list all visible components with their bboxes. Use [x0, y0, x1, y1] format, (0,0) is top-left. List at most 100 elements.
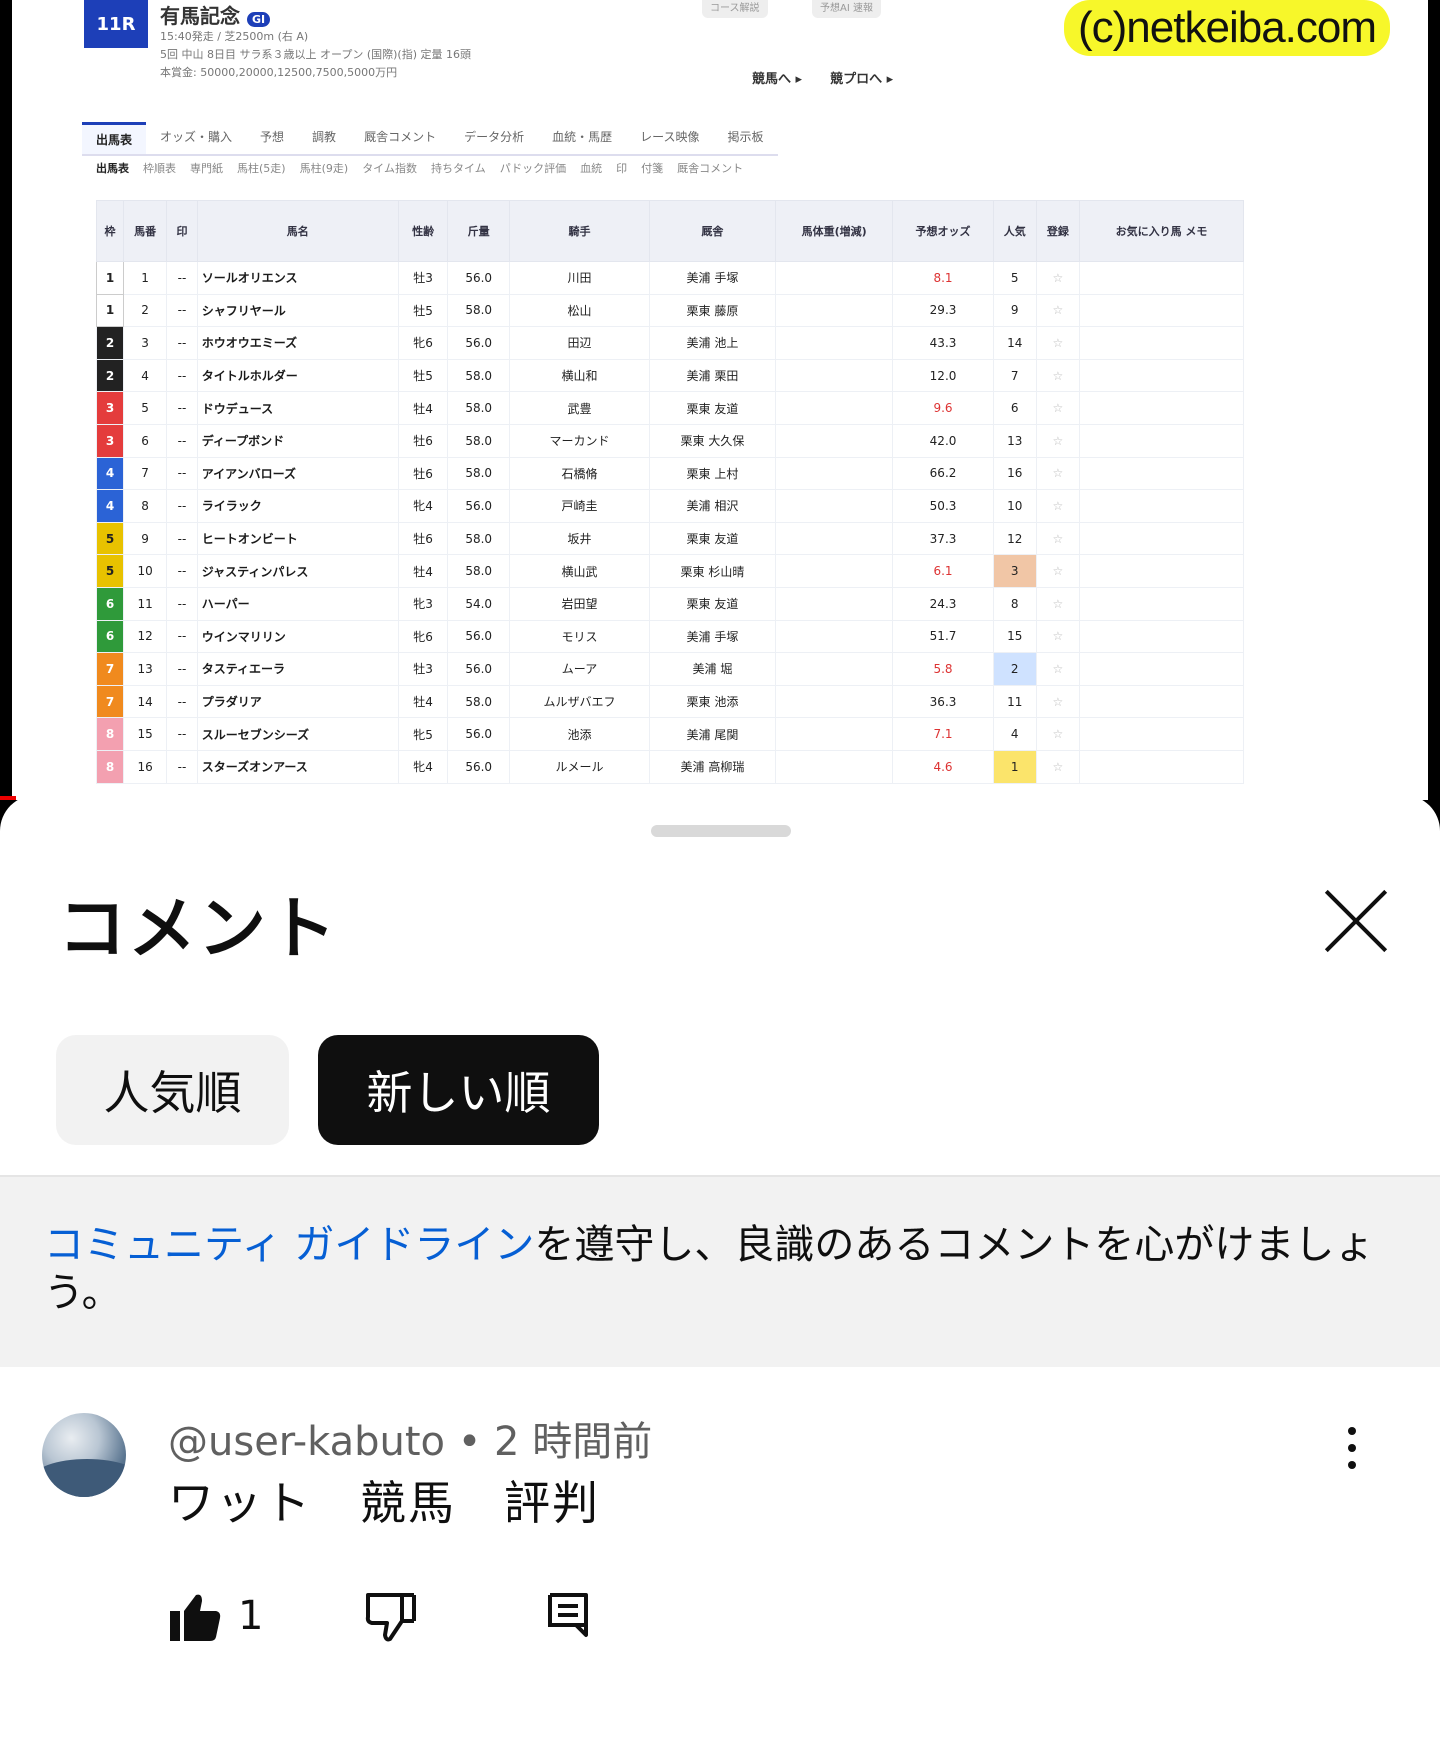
cell-sex: 牝6	[397, 619, 449, 654]
cell-weight	[774, 293, 894, 328]
like-icon[interactable]	[168, 1591, 222, 1643]
cell-jockey: 田辺	[509, 326, 651, 360]
racecard-subtab: 厩舎コメント	[677, 162, 744, 175]
cell-waku: 4	[96, 489, 124, 523]
sort-popular-chip[interactable]: 人気順	[56, 1035, 289, 1145]
community-guideline-link[interactable]: コミュニティ ガイドライン	[44, 1222, 534, 1268]
table-row: 7 14 -- プラダリア 牡4 58.0 ムルザバエフ 栗東 池添 36.3 11 ☆	[96, 684, 1244, 719]
cell-sex: 牡3	[397, 261, 449, 295]
table-row: 8 15 -- スルーセブンシーズ 牝5 56.0 池添 美浦 尾関 7.1 4 ☆	[96, 717, 1244, 751]
cell-star: ☆	[1035, 358, 1081, 393]
cell-mark: --	[166, 326, 198, 360]
sheet-title: コメント	[58, 890, 339, 969]
column-header: 性齢	[397, 200, 449, 262]
racecard-subtab: パドック評価	[499, 162, 567, 175]
cell-odds: 50.3	[892, 489, 994, 523]
cell-stable: 栗東 友道	[649, 391, 776, 425]
cell-star: ☆	[1035, 293, 1081, 328]
cell-memo	[1079, 749, 1244, 784]
cell-pop: 15	[992, 619, 1037, 654]
cell-stable: 美浦 相沢	[649, 489, 776, 523]
comments-sheet: コメント 人気順 新しい順 コミュニティ ガイドラインを遵守し、良識のあるコメン…	[0, 795, 1440, 1737]
cell-odds: 29.3	[892, 293, 994, 328]
cell-star: ☆	[1035, 489, 1081, 523]
cell-sex: 牝3	[397, 586, 449, 621]
cell-mark: --	[166, 489, 198, 523]
cell-odds: 36.3	[892, 684, 994, 719]
cell-jockey: 石橋脩	[509, 456, 651, 491]
cell-pop: 16	[992, 456, 1037, 491]
cell-weight	[774, 554, 894, 588]
cell-waku: 1	[96, 293, 124, 328]
cell-pop: 3	[992, 554, 1037, 588]
cell-stable: 栗東 池添	[649, 684, 776, 719]
column-header: 馬体重(増減)	[774, 200, 894, 262]
cell-kin: 56.0	[447, 717, 511, 751]
cell-mark: --	[166, 521, 198, 556]
cell-kin: 58.0	[447, 293, 511, 328]
ai-pill: 予想AI 速報	[812, 0, 881, 18]
cell-star: ☆	[1035, 423, 1081, 458]
cell-num: 9	[122, 521, 168, 556]
cell-waku: 2	[96, 326, 124, 360]
racecard-tab: レース映像	[640, 130, 700, 144]
race-number-badge: 11R	[84, 0, 148, 48]
cell-mark: --	[166, 456, 198, 491]
cell-star: ☆	[1035, 261, 1081, 295]
cell-memo	[1079, 554, 1244, 588]
avatar[interactable]	[42, 1413, 126, 1497]
cell-weight	[774, 261, 894, 295]
table-row: 6 11 -- ハーパー 牝3 54.0 岩田望 栗東 友道 24.3 8 ☆	[96, 586, 1244, 621]
cell-odds: 5.8	[892, 652, 994, 686]
cell-waku: 7	[96, 684, 124, 719]
close-icon[interactable]	[1318, 883, 1394, 959]
table-row: 1 2 -- シャフリヤール 牡5 58.0 松山 栗東 藤原 29.3 9 ☆	[96, 293, 1244, 328]
cell-sex: 牡6	[397, 456, 449, 491]
more-options-icon[interactable]	[1340, 1427, 1364, 1477]
cell-kin: 58.0	[447, 554, 511, 588]
cell-mark: --	[166, 619, 198, 654]
cell-pop: 9	[992, 293, 1037, 328]
cell-kin: 56.0	[447, 749, 511, 784]
cell-mark: --	[166, 261, 198, 295]
cell-waku: 2	[96, 358, 124, 393]
cell-odds: 4.6	[892, 749, 994, 784]
dislike-icon[interactable]	[364, 1591, 418, 1643]
cell-name: ウインマリリン	[196, 619, 399, 654]
cell-waku: 5	[96, 521, 124, 556]
cell-waku: 6	[96, 586, 124, 621]
cell-num: 15	[122, 717, 168, 751]
racecard-subtab: 馬柱(9走)	[299, 162, 349, 175]
cell-kin: 56.0	[447, 652, 511, 686]
cell-num: 16	[122, 749, 168, 784]
reply-icon[interactable]	[546, 1591, 590, 1639]
cell-sex: 牡5	[397, 293, 449, 328]
video-player[interactable]: 11R 有馬記念 GI 15:40発走 / 芝2500m (右 A) 5回 中山…	[0, 0, 1440, 800]
cell-name: スターズオンアース	[196, 749, 399, 784]
cell-sex: 牝4	[397, 749, 449, 784]
cell-weight	[774, 717, 894, 751]
table-row: 5 10 -- ジャスティンパレス 牡4 58.0 横山武 栗東 杉山晴 6.1 3 ☆	[96, 554, 1244, 588]
cell-kin: 56.0	[447, 619, 511, 654]
cell-jockey: 岩田望	[509, 586, 651, 621]
cell-name: ヒートオンビート	[196, 521, 399, 556]
cell-num: 11	[122, 586, 168, 621]
cell-stable: 美浦 高柳瑞	[649, 749, 776, 784]
cell-sex: 牡5	[397, 358, 449, 393]
drag-handle[interactable]	[651, 825, 791, 837]
column-header: 馬名	[196, 200, 399, 262]
cell-mark: --	[166, 423, 198, 458]
cell-jockey: 戸崎圭	[509, 489, 651, 523]
cell-star: ☆	[1035, 652, 1081, 686]
cell-stable: 栗東 友道	[649, 586, 776, 621]
like-count: 1	[238, 1593, 264, 1639]
cell-memo	[1079, 717, 1244, 751]
cell-star: ☆	[1035, 586, 1081, 621]
table-row: 1 1 -- ソールオリエンス 牡3 56.0 川田 美浦 手塚 8.1 5 ☆	[96, 261, 1244, 295]
cell-mark: --	[166, 652, 198, 686]
cell-kin: 56.0	[447, 261, 511, 295]
sort-newest-chip[interactable]: 新しい順	[318, 1035, 599, 1145]
cell-jockey: 川田	[509, 261, 651, 295]
comment-author[interactable]: @user-kabuto	[168, 1419, 445, 1465]
racecard-tab: 予想	[260, 130, 285, 144]
